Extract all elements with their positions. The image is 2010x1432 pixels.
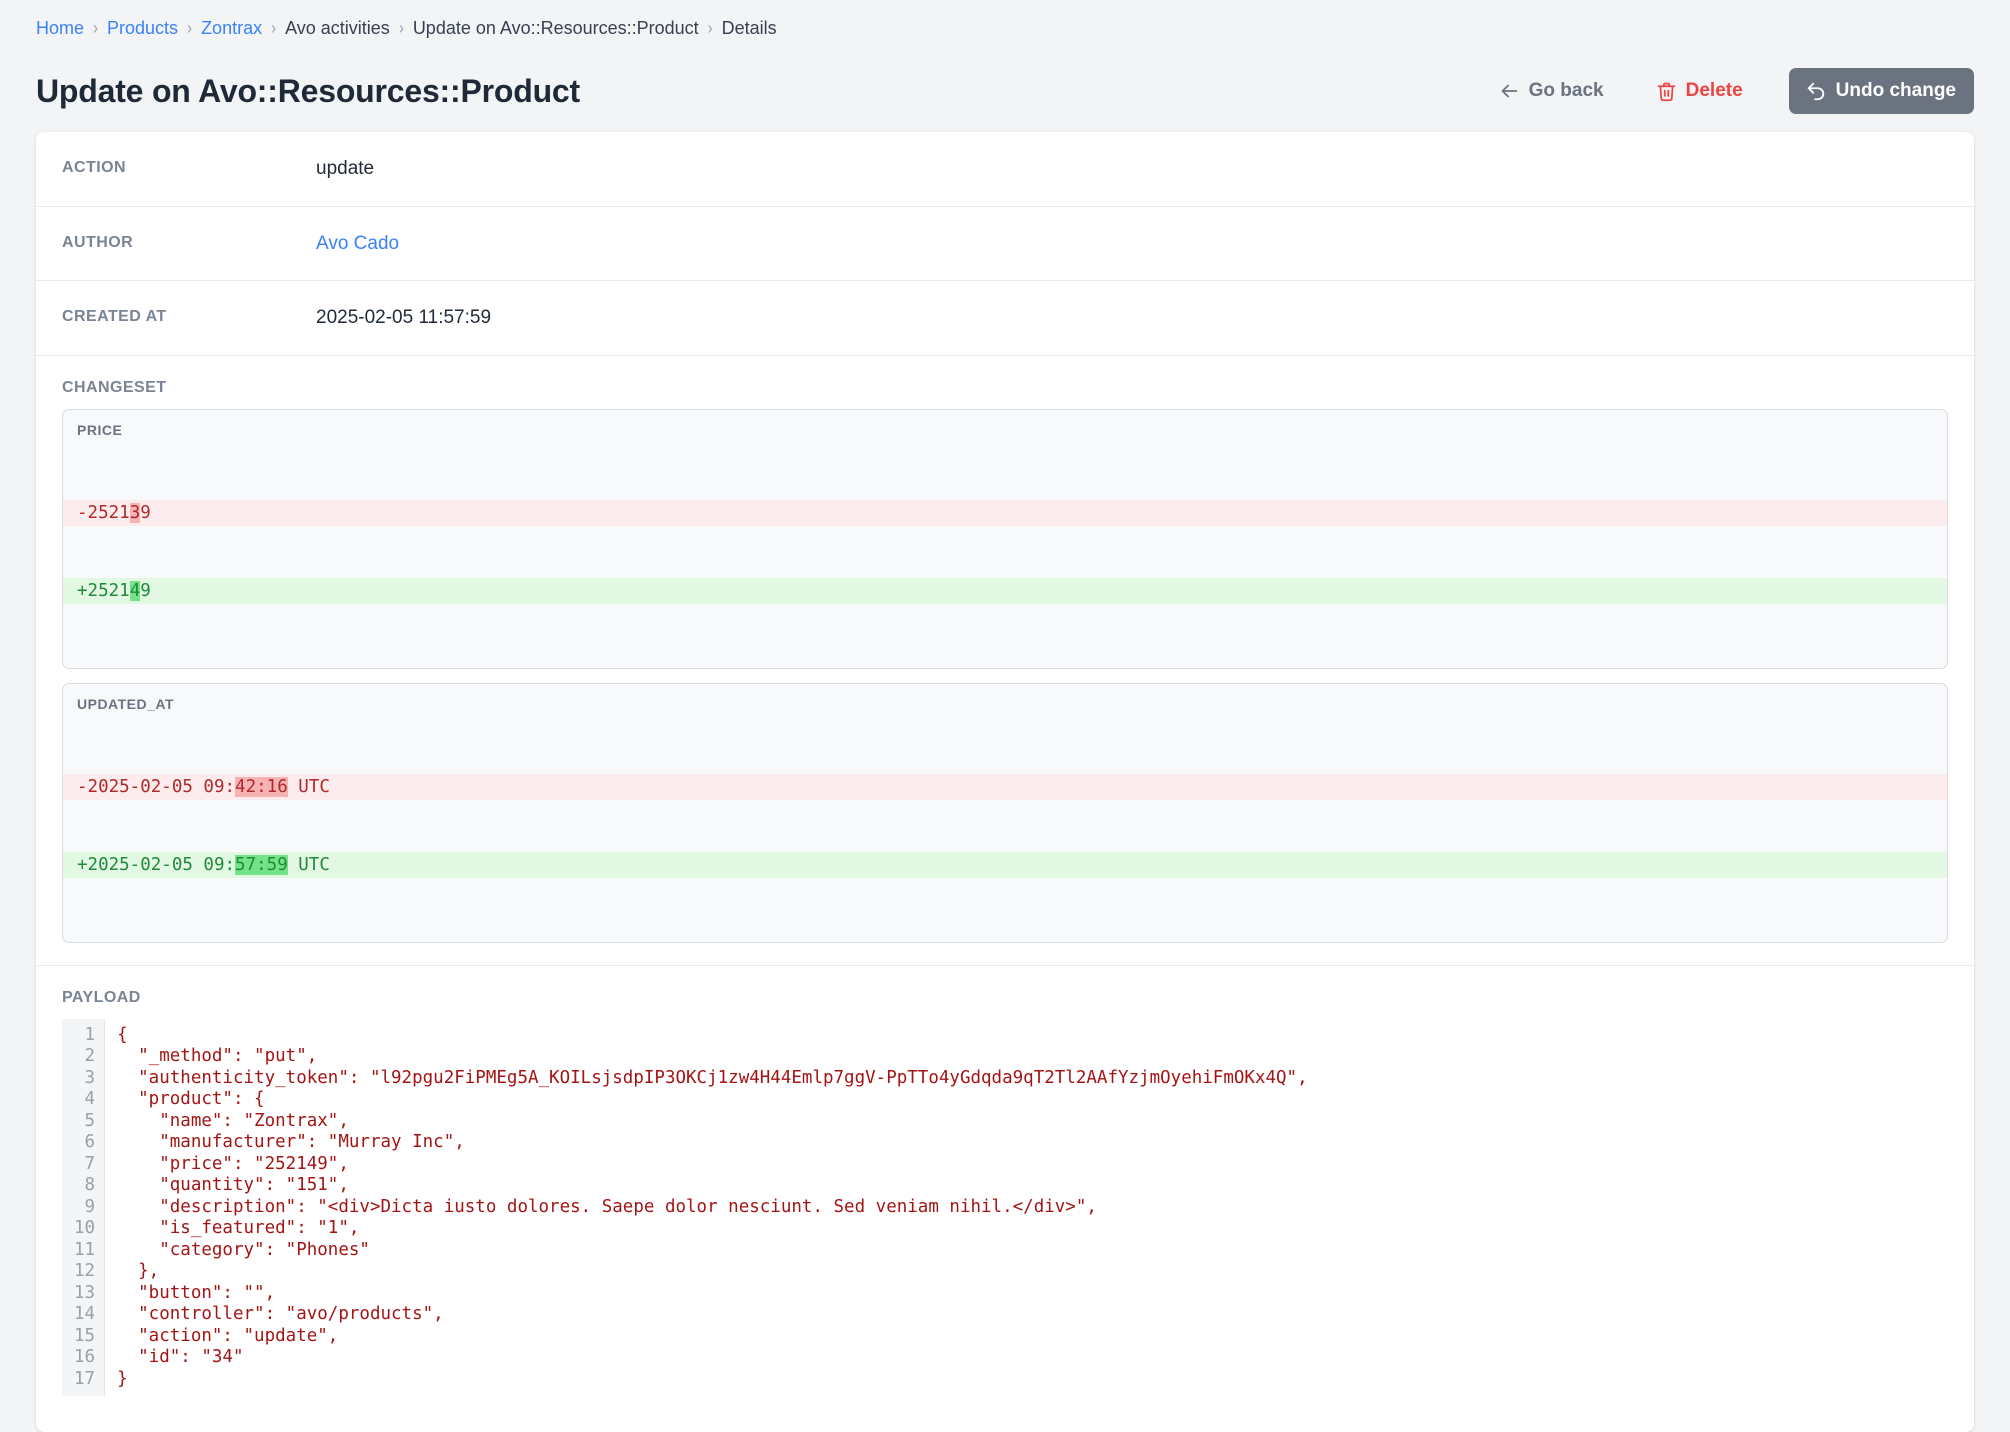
field-label-changeset: CHANGESET bbox=[62, 378, 167, 396]
diff-highlight: 3 bbox=[129, 502, 141, 523]
diff-prefix: -2521 bbox=[77, 502, 130, 523]
field-value-author-link[interactable]: Avo Cado bbox=[316, 207, 1974, 281]
diff-prefix: -2025-02-05 09: bbox=[77, 776, 236, 797]
payload-code-block: 1 2 3 4 5 6 7 8 9 10 11 12 13 14 15 16 1… bbox=[62, 1018, 1948, 1397]
field-label-created-at: CREATED AT bbox=[62, 308, 167, 326]
field-row-author: AUTHOR Avo Cado bbox=[36, 207, 1974, 282]
breadcrumb-separator-icon: › bbox=[398, 17, 404, 39]
breadcrumb-separator-icon: › bbox=[707, 17, 713, 39]
breadcrumb-separator-icon: › bbox=[187, 17, 193, 39]
diff-line-added: +2025-02-05 09:57:59 UTC bbox=[63, 851, 1947, 878]
trash-icon bbox=[1656, 81, 1677, 102]
field-row-action: ACTION update bbox=[36, 132, 1974, 207]
delete-button[interactable]: Delete bbox=[1656, 80, 1743, 102]
diff-panel-updated-at: UPDATED_AT -2025-02-05 09:42:16 UTC +202… bbox=[62, 682, 1948, 943]
field-value-action: update bbox=[316, 158, 375, 179]
diff-suffix: UTC bbox=[287, 776, 330, 797]
diff-line-removed: -252139 bbox=[63, 499, 1947, 526]
diff-prefix: +2025-02-05 09: bbox=[77, 854, 236, 875]
payload-body: 1 2 3 4 5 6 7 8 9 10 11 12 13 14 15 16 1… bbox=[36, 1018, 1974, 1432]
diff-prefix: +2521 bbox=[77, 580, 130, 601]
undo-arrow-icon bbox=[1805, 80, 1827, 102]
breadcrumb-item-avo-activities[interactable]: Avo activities bbox=[285, 18, 390, 39]
field-label-action: ACTION bbox=[62, 159, 127, 176]
undo-change-label: Undo change bbox=[1835, 80, 1956, 101]
diff-suffix: UTC bbox=[287, 854, 330, 875]
code-line-numbers: 1 2 3 4 5 6 7 8 9 10 11 12 13 14 15 16 1… bbox=[62, 1018, 106, 1397]
go-back-button[interactable]: Go back bbox=[1498, 80, 1604, 102]
arrow-left-icon bbox=[1498, 80, 1520, 102]
diff-lines: -2025-02-05 09:42:16 UTC +2025-02-05 09:… bbox=[63, 722, 1947, 930]
code-content: { "_method": "put", "authenticity_token"… bbox=[117, 1024, 1308, 1389]
delete-label: Delete bbox=[1685, 80, 1743, 101]
breadcrumb-item-zontrax[interactable]: Zontrax bbox=[201, 18, 262, 39]
go-back-label: Go back bbox=[1528, 80, 1604, 101]
page-header: Update on Avo::Resources::Product Go bac… bbox=[36, 60, 1974, 122]
field-label-author: AUTHOR bbox=[62, 233, 134, 251]
breadcrumb: Home › Products › Zontrax › Avo activiti… bbox=[36, 0, 1974, 56]
header-actions: Go back Delete Undo change bbox=[1498, 68, 1974, 114]
diff-lines: -252139 +252149 bbox=[63, 448, 1947, 656]
changeset-body: PRICE -252139 +252149 UPDATED_AT -2025-0… bbox=[36, 408, 1974, 965]
field-row-changeset: CHANGESET PRICE -252139 +252149 UPDATED_… bbox=[36, 356, 1974, 966]
diff-highlight: 42:16 bbox=[235, 776, 288, 797]
field-row-created-at: CREATED AT 2025-02-05 11:57:59 bbox=[36, 281, 1974, 356]
diff-panel-spacer bbox=[63, 930, 1947, 942]
field-row-payload: PAYLOAD 1 2 3 4 5 6 7 8 9 10 11 12 13 14… bbox=[36, 966, 1974, 1432]
breadcrumb-separator-icon: › bbox=[93, 17, 99, 39]
breadcrumb-item-home[interactable]: Home bbox=[36, 18, 84, 39]
diff-panel-spacer bbox=[63, 656, 1947, 668]
page-title: Update on Avo::Resources::Product bbox=[36, 72, 580, 109]
diff-highlight: 4 bbox=[129, 580, 141, 601]
page-root: Home › Products › Zontrax › Avo activiti… bbox=[0, 0, 2010, 1432]
breadcrumb-item-details: Details bbox=[721, 17, 777, 38]
diff-panel-title: UPDATED_AT bbox=[77, 695, 175, 712]
field-value-created-at: 2025-02-05 11:57:59 bbox=[316, 307, 492, 329]
breadcrumb-item-products[interactable]: Products bbox=[107, 18, 178, 39]
breadcrumb-item-update-on-product[interactable]: Update on Avo::Resources::Product bbox=[413, 18, 699, 39]
diff-suffix: 9 bbox=[140, 502, 151, 523]
details-card: ACTION update AUTHOR Avo Cado CREATED AT… bbox=[36, 132, 1974, 1432]
diff-line-removed: -2025-02-05 09:42:16 UTC bbox=[63, 773, 1947, 800]
diff-highlight: 57:59 bbox=[235, 854, 288, 875]
field-label-payload: PAYLOAD bbox=[62, 988, 141, 1006]
undo-change-button[interactable]: Undo change bbox=[1788, 68, 1974, 114]
diff-line-added: +252149 bbox=[63, 577, 1947, 604]
diff-panel-title: PRICE bbox=[77, 421, 123, 438]
breadcrumb-separator-icon: › bbox=[271, 17, 277, 39]
diff-panel-price: PRICE -252139 +252149 bbox=[62, 408, 1948, 669]
diff-suffix: 9 bbox=[140, 580, 151, 601]
